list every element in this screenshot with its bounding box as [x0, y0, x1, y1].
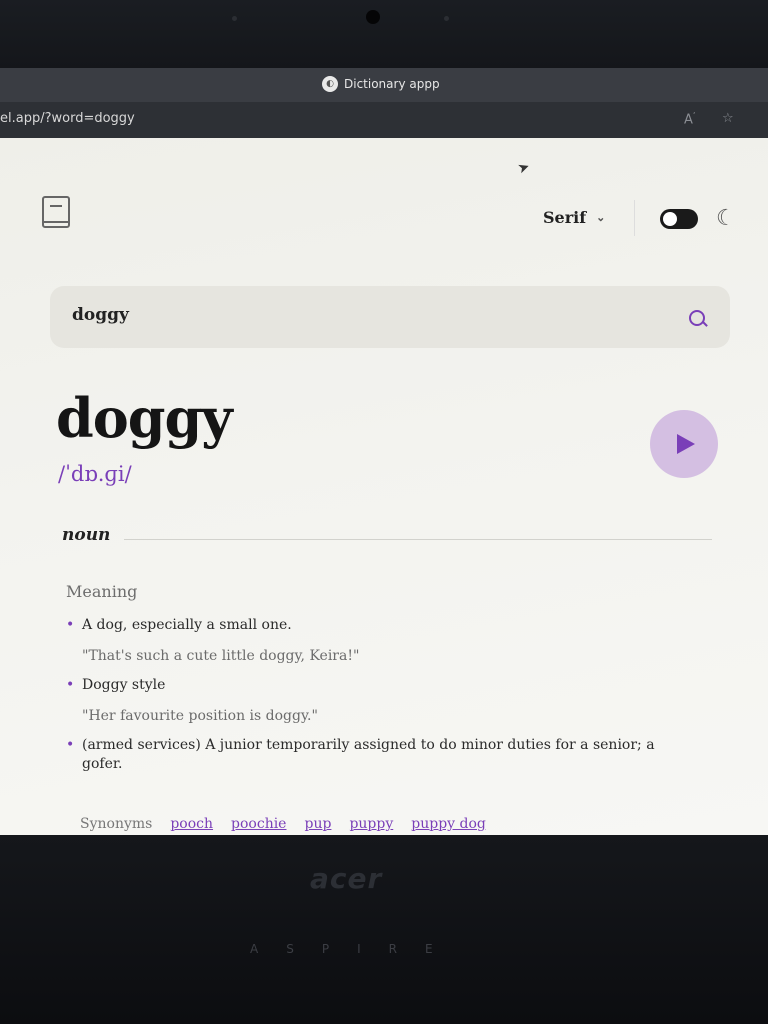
search-input[interactable] [70, 304, 654, 326]
synonym-link[interactable]: puppy [349, 816, 393, 832]
definition-text: Doggy style [82, 677, 166, 693]
divider [634, 200, 635, 236]
entry-word: doggy [56, 386, 233, 450]
sensor-dot [444, 16, 449, 21]
laptop-model-label: ASPIRE [250, 942, 461, 956]
url-text[interactable]: el.app/?word=doggy [0, 111, 135, 126]
webcam [366, 10, 380, 24]
browser-titlebar: ◐ Dictionary appp [0, 68, 768, 102]
address-bar[interactable]: el.app/?word=doggy Aʼ ☆ [0, 102, 768, 138]
synonym-link[interactable]: pup [304, 816, 331, 832]
moon-icon: ☾ [716, 206, 736, 231]
sensor-dot [232, 16, 237, 21]
synonyms-row: Synonyms pooch poochie pup puppy puppy d… [80, 816, 486, 832]
definition-text: (armed services) A junior temporarily as… [82, 737, 655, 772]
entry-phonetic: /ˈdɒ.ɡi/ [58, 462, 132, 486]
part-of-speech: noun [62, 525, 111, 545]
divider [124, 539, 712, 540]
synonyms-label: Synonyms [80, 816, 153, 832]
laptop-bezel-top [0, 0, 768, 70]
definition-example: "Her favourite position is doggy." [82, 708, 318, 724]
synonym-link[interactable]: pooch [170, 816, 213, 832]
meaning-heading: Meaning [66, 582, 138, 601]
mouse-cursor-icon: ➤ [515, 158, 533, 178]
font-family-dropdown[interactable]: Serif ⌄ [543, 208, 605, 227]
tab-title: Dictionary appp [344, 77, 440, 91]
font-family-label: Serif [543, 208, 587, 227]
laptop-brand-logo: acer [310, 862, 383, 895]
definition-list: A dog, especially a small one. "That's s… [66, 616, 666, 784]
play-pronunciation-button[interactable] [650, 410, 718, 478]
search-bar [50, 286, 730, 348]
laptop-bezel-bottom [0, 835, 768, 1024]
synonym-link[interactable]: puppy dog [411, 816, 486, 832]
chevron-down-icon: ⌄ [596, 211, 606, 224]
book-logo-icon[interactable] [42, 196, 70, 228]
favicon-icon: ◐ [322, 76, 338, 92]
definition-item: A dog, especially a small one. "That's s… [66, 616, 666, 666]
read-aloud-icon[interactable]: Aʼ [684, 111, 695, 127]
favorite-star-icon[interactable]: ☆ [722, 111, 734, 126]
play-icon [677, 434, 695, 454]
dictionary-page: ➤ Serif ⌄ ☾ doggy /ˈdɒ.ɡi/ noun Meaning … [0, 138, 768, 835]
dark-mode-toggle[interactable] [660, 209, 698, 229]
definition-example: "That's such a cute little doggy, Keira!… [82, 648, 360, 664]
definition-item: (armed services) A junior temporarily as… [66, 736, 666, 774]
definition-item: Doggy style "Her favourite position is d… [66, 676, 666, 726]
search-icon[interactable] [689, 310, 705, 326]
synonym-link[interactable]: poochie [231, 816, 286, 832]
browser-tab[interactable]: ◐ Dictionary appp [322, 76, 440, 92]
definition-text: A dog, especially a small one. [82, 617, 292, 633]
